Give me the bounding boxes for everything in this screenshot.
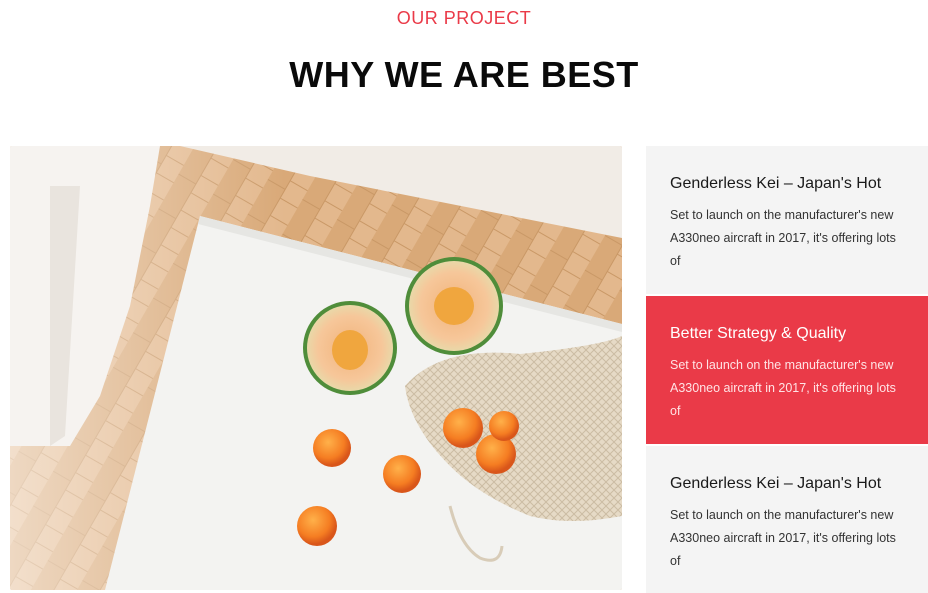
feature-card[interactable]: Genderless Kei – Japan's Hot Set to laun… [646, 446, 928, 593]
feature-card-text: Set to launch on the manufacturer's new … [670, 508, 896, 568]
feature-card-title: Genderless Kei – Japan's Hot [670, 475, 882, 492]
feature-card-text: Set to launch on the manufacturer's new … [670, 208, 896, 268]
section-title: WHY WE ARE BEST [289, 54, 639, 95]
feature-card-title: Better Strategy & Quality [670, 325, 847, 342]
section-eyebrow: OUR PROJECT [396, 8, 532, 28]
feature-card-text: Set to launch on the manufacturer's new … [670, 358, 896, 418]
feature-card-title: Genderless Kei – Japan's Hot [670, 175, 882, 192]
project-photo [10, 146, 622, 590]
feature-card-active[interactable]: Better Strategy & Quality Set to launch … [646, 296, 928, 444]
feature-cards: Genderless Kei – Japan's Hot Set to laun… [646, 146, 928, 593]
feature-card[interactable]: Genderless Kei – Japan's Hot Set to laun… [646, 146, 928, 294]
